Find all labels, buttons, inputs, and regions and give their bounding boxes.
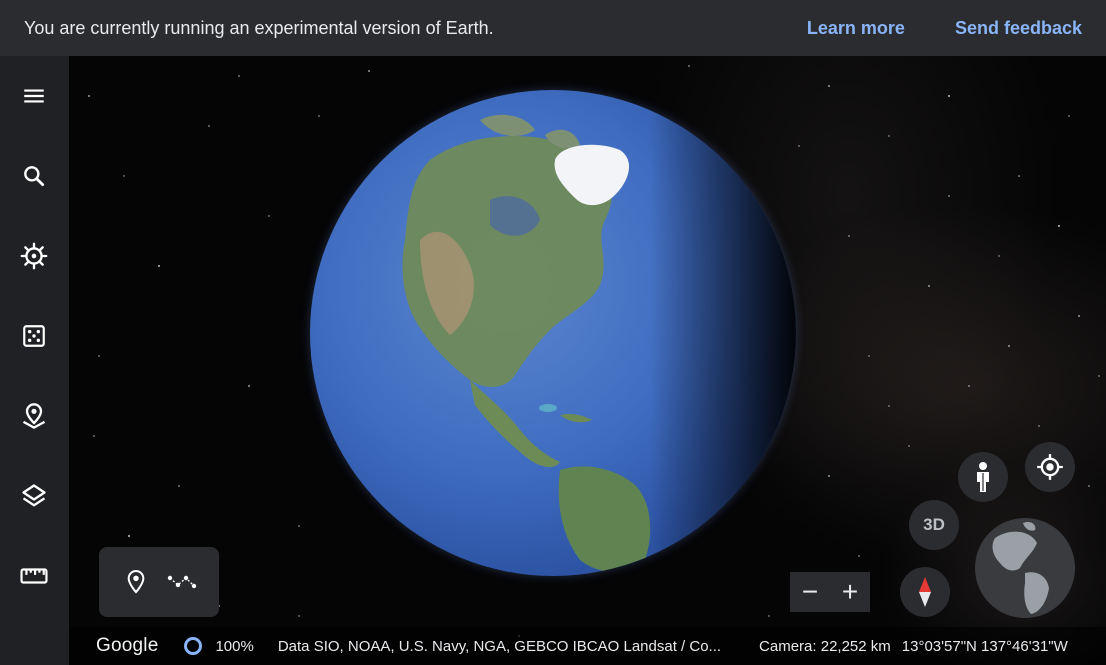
path-icon: [167, 575, 197, 589]
coordinates: 13°03'57"N 137°46'31"W: [901, 637, 1068, 655]
toggle-3d-button[interactable]: 3D: [909, 500, 959, 550]
search-button[interactable]: [14, 156, 54, 196]
sidebar: [0, 56, 69, 665]
send-feedback-link[interactable]: Send feedback: [955, 18, 1082, 39]
projects-icon: [22, 403, 46, 429]
measure-icon: [20, 568, 48, 584]
voyager-button[interactable]: [14, 236, 54, 276]
my-location-icon: [1037, 454, 1063, 480]
google-logo: Google: [96, 635, 159, 656]
menu-button[interactable]: [14, 76, 54, 116]
compass-button[interactable]: [900, 567, 950, 617]
mini-globe-overview[interactable]: [975, 518, 1075, 618]
draw-path-button[interactable]: [166, 566, 198, 598]
my-location-button[interactable]: [1025, 442, 1075, 492]
feeling-lucky-button[interactable]: [14, 316, 54, 356]
earth-globe[interactable]: [310, 90, 796, 576]
menu-icon: [24, 89, 44, 103]
map-viewport[interactable]: 3D − +: [69, 56, 1106, 665]
pegman-icon: [977, 462, 989, 492]
experimental-banner: You are currently running an experimenta…: [0, 0, 1106, 56]
load-percent: 100%: [215, 637, 254, 655]
drawing-tools-panel: [99, 547, 219, 617]
banner-message: You are currently running an experimenta…: [24, 17, 494, 38]
compass-icon: [919, 577, 931, 607]
zoom-in-button[interactable]: +: [832, 578, 868, 606]
feeling-lucky-icon: [23, 325, 45, 347]
projects-button[interactable]: [14, 396, 54, 436]
search-icon: [24, 166, 45, 187]
earth-surface: [310, 90, 796, 576]
voyager-icon: [20, 242, 48, 270]
mini-globe-icon: [975, 518, 1075, 618]
learn-more-link[interactable]: Learn more: [807, 18, 905, 39]
map-style-icon: [22, 484, 46, 507]
measure-button[interactable]: [14, 556, 54, 596]
zoom-out-button[interactable]: −: [792, 578, 828, 606]
add-placemark-button[interactable]: [120, 566, 152, 598]
loading-indicator-icon: [184, 637, 203, 655]
map-style-button[interactable]: [14, 476, 54, 516]
camera-altitude: Camera: 22,252 km: [759, 637, 891, 655]
data-attribution[interactable]: Data SIO, NOAA, U.S. Navy, NGA, GEBCO IB…: [278, 638, 721, 655]
street-view-button[interactable]: [958, 452, 1008, 502]
status-bar: Google 100% Data SIO, NOAA, U.S. Navy, N…: [69, 627, 1106, 665]
zoom-controls: − +: [790, 572, 870, 612]
placemark-icon: [127, 569, 145, 594]
